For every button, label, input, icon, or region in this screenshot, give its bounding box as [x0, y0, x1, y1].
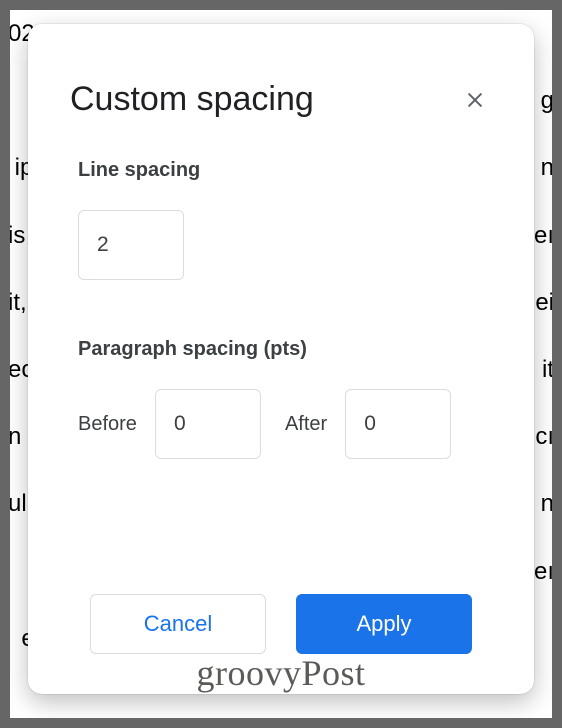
line-spacing-input[interactable] [78, 210, 184, 280]
close-button[interactable] [458, 83, 492, 117]
line-spacing-label: Line spacing [78, 159, 484, 182]
custom-spacing-dialog: Custom spacing Line spacing Paragraph sp… [28, 24, 534, 694]
dialog-footer: Cancel Apply [28, 594, 534, 654]
cancel-button[interactable]: Cancel [90, 594, 266, 654]
document-background-right: g n eı ei it cı n eı [534, 0, 554, 728]
before-label: Before [78, 413, 137, 436]
watermark: groovyPost [196, 652, 365, 694]
line-spacing-section: Line spacing [28, 139, 534, 280]
after-label: After [285, 413, 327, 436]
dialog-header: Custom spacing [28, 24, 534, 139]
apply-button[interactable]: Apply [296, 594, 472, 654]
paragraph-spacing-label: Paragraph spacing (pts) [78, 338, 484, 361]
after-input[interactable] [345, 389, 451, 459]
dialog-title: Custom spacing [70, 80, 314, 119]
close-icon [464, 89, 486, 111]
before-input[interactable] [155, 389, 261, 459]
paragraph-spacing-section: Paragraph spacing (pts) Before After [28, 318, 534, 459]
